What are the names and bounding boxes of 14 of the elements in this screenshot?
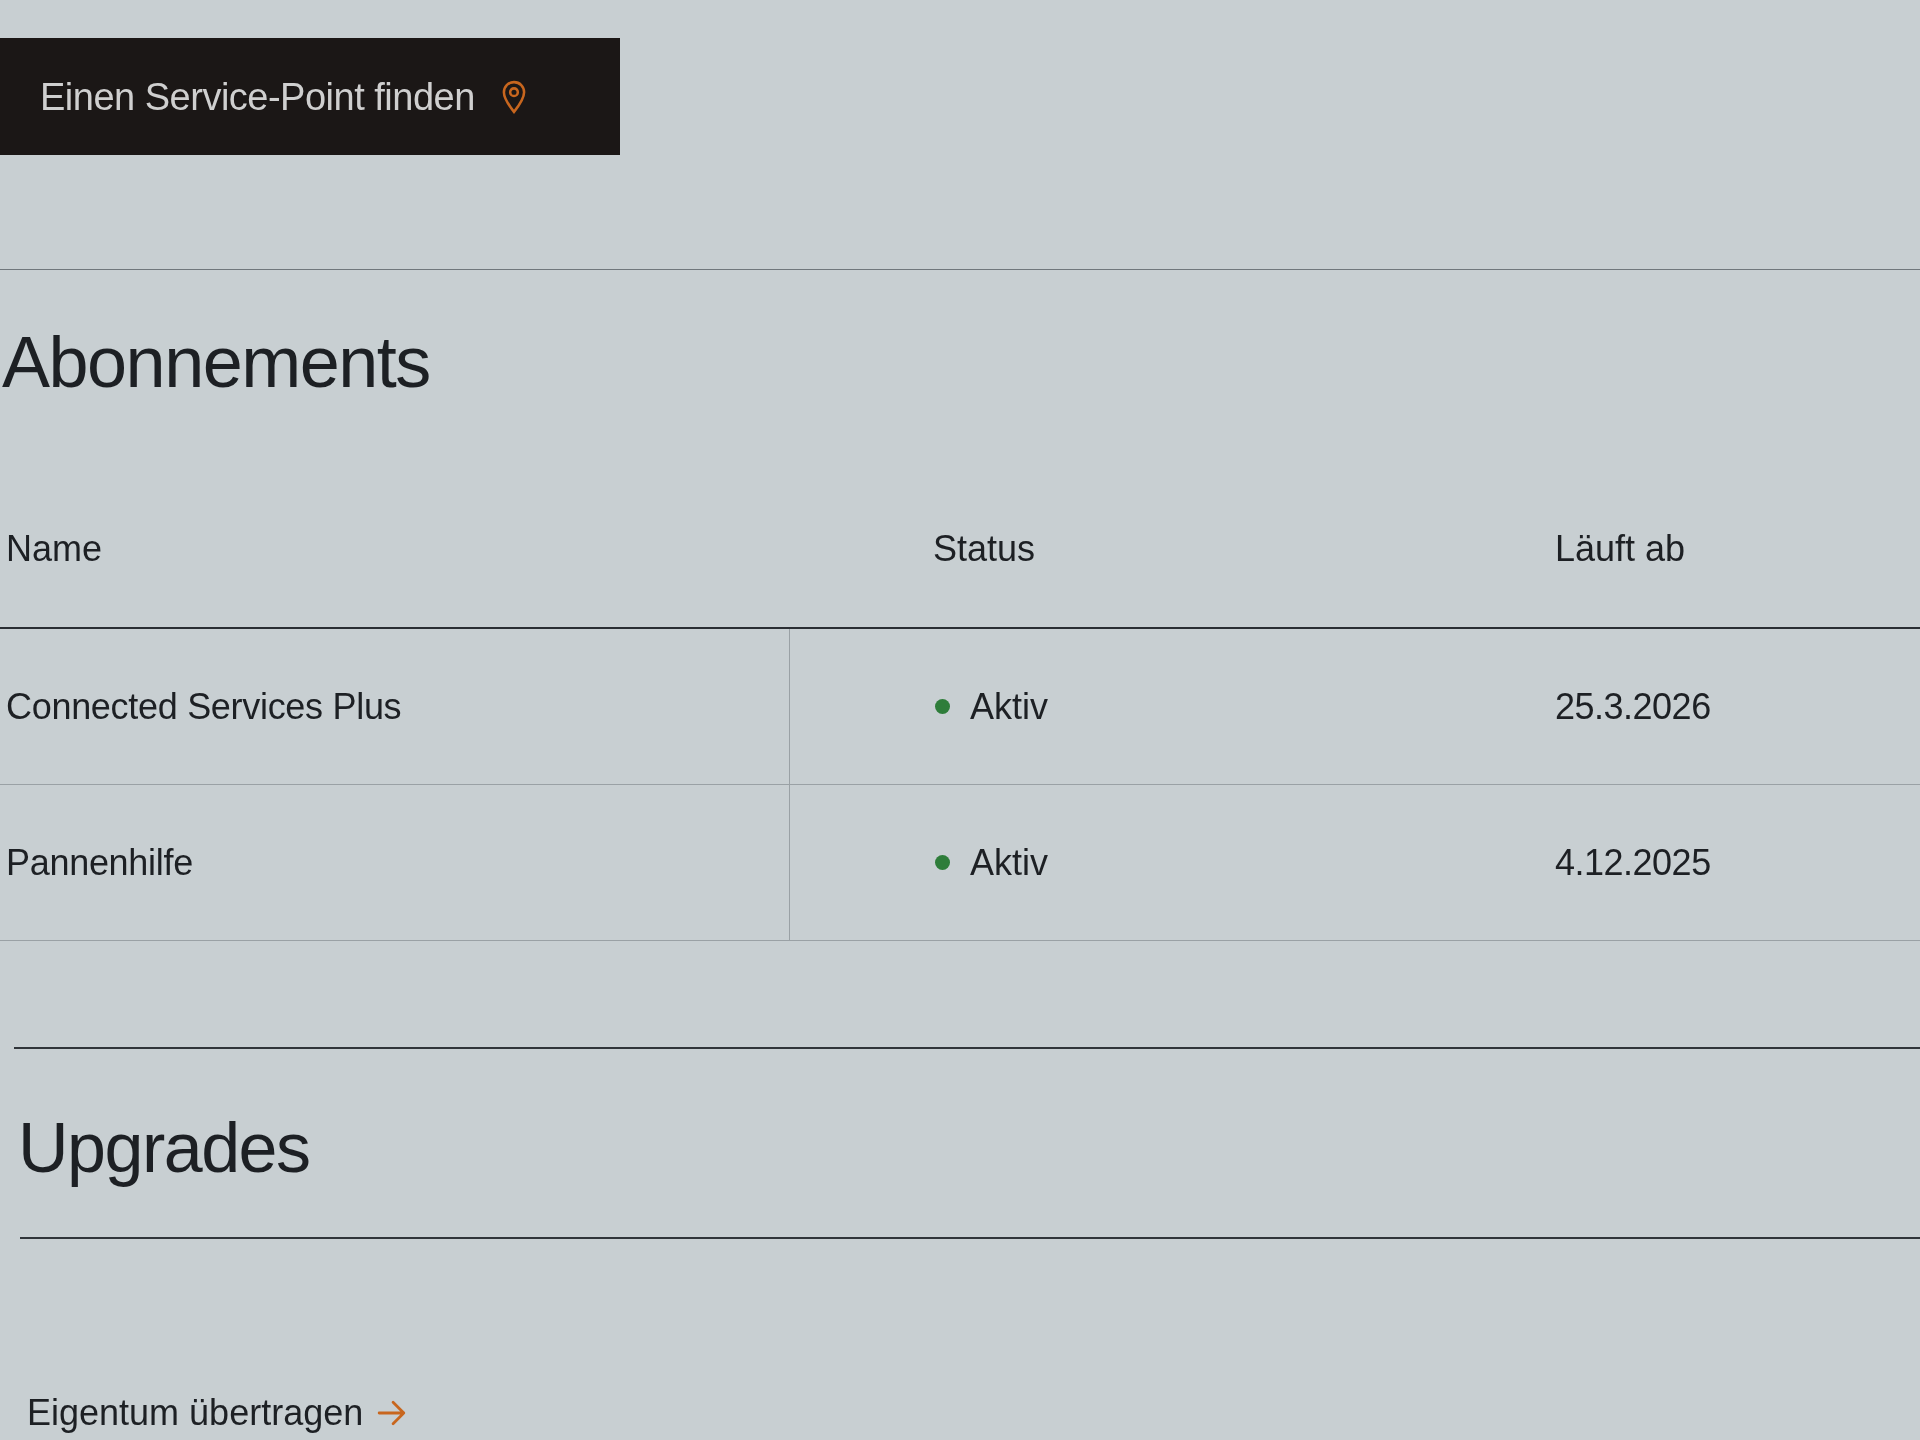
table-cell-text: Aktiv <box>970 840 1048 885</box>
service-point-button[interactable]: Einen Service-Point finden <box>0 38 620 155</box>
arrow-right-icon <box>377 1400 408 1426</box>
table-cell-text: 25.3.2026 <box>1555 684 1711 729</box>
table-cell-text: Pannenhilfe <box>6 840 193 885</box>
table-cell-text: 4.12.2025 <box>1555 840 1711 885</box>
map-pin-icon <box>500 79 527 114</box>
table-cell-text: Connected Services Plus <box>6 684 402 729</box>
transfer-ownership-link[interactable]: Eigentum übertragen <box>27 1392 408 1434</box>
column-header: Name <box>6 528 103 569</box>
section-heading: Abonnements <box>1 326 430 398</box>
table-cell-text: Aktiv <box>970 684 1048 729</box>
column-header: Status <box>933 528 1036 569</box>
column-header: Läuft ab <box>1555 528 1686 569</box>
